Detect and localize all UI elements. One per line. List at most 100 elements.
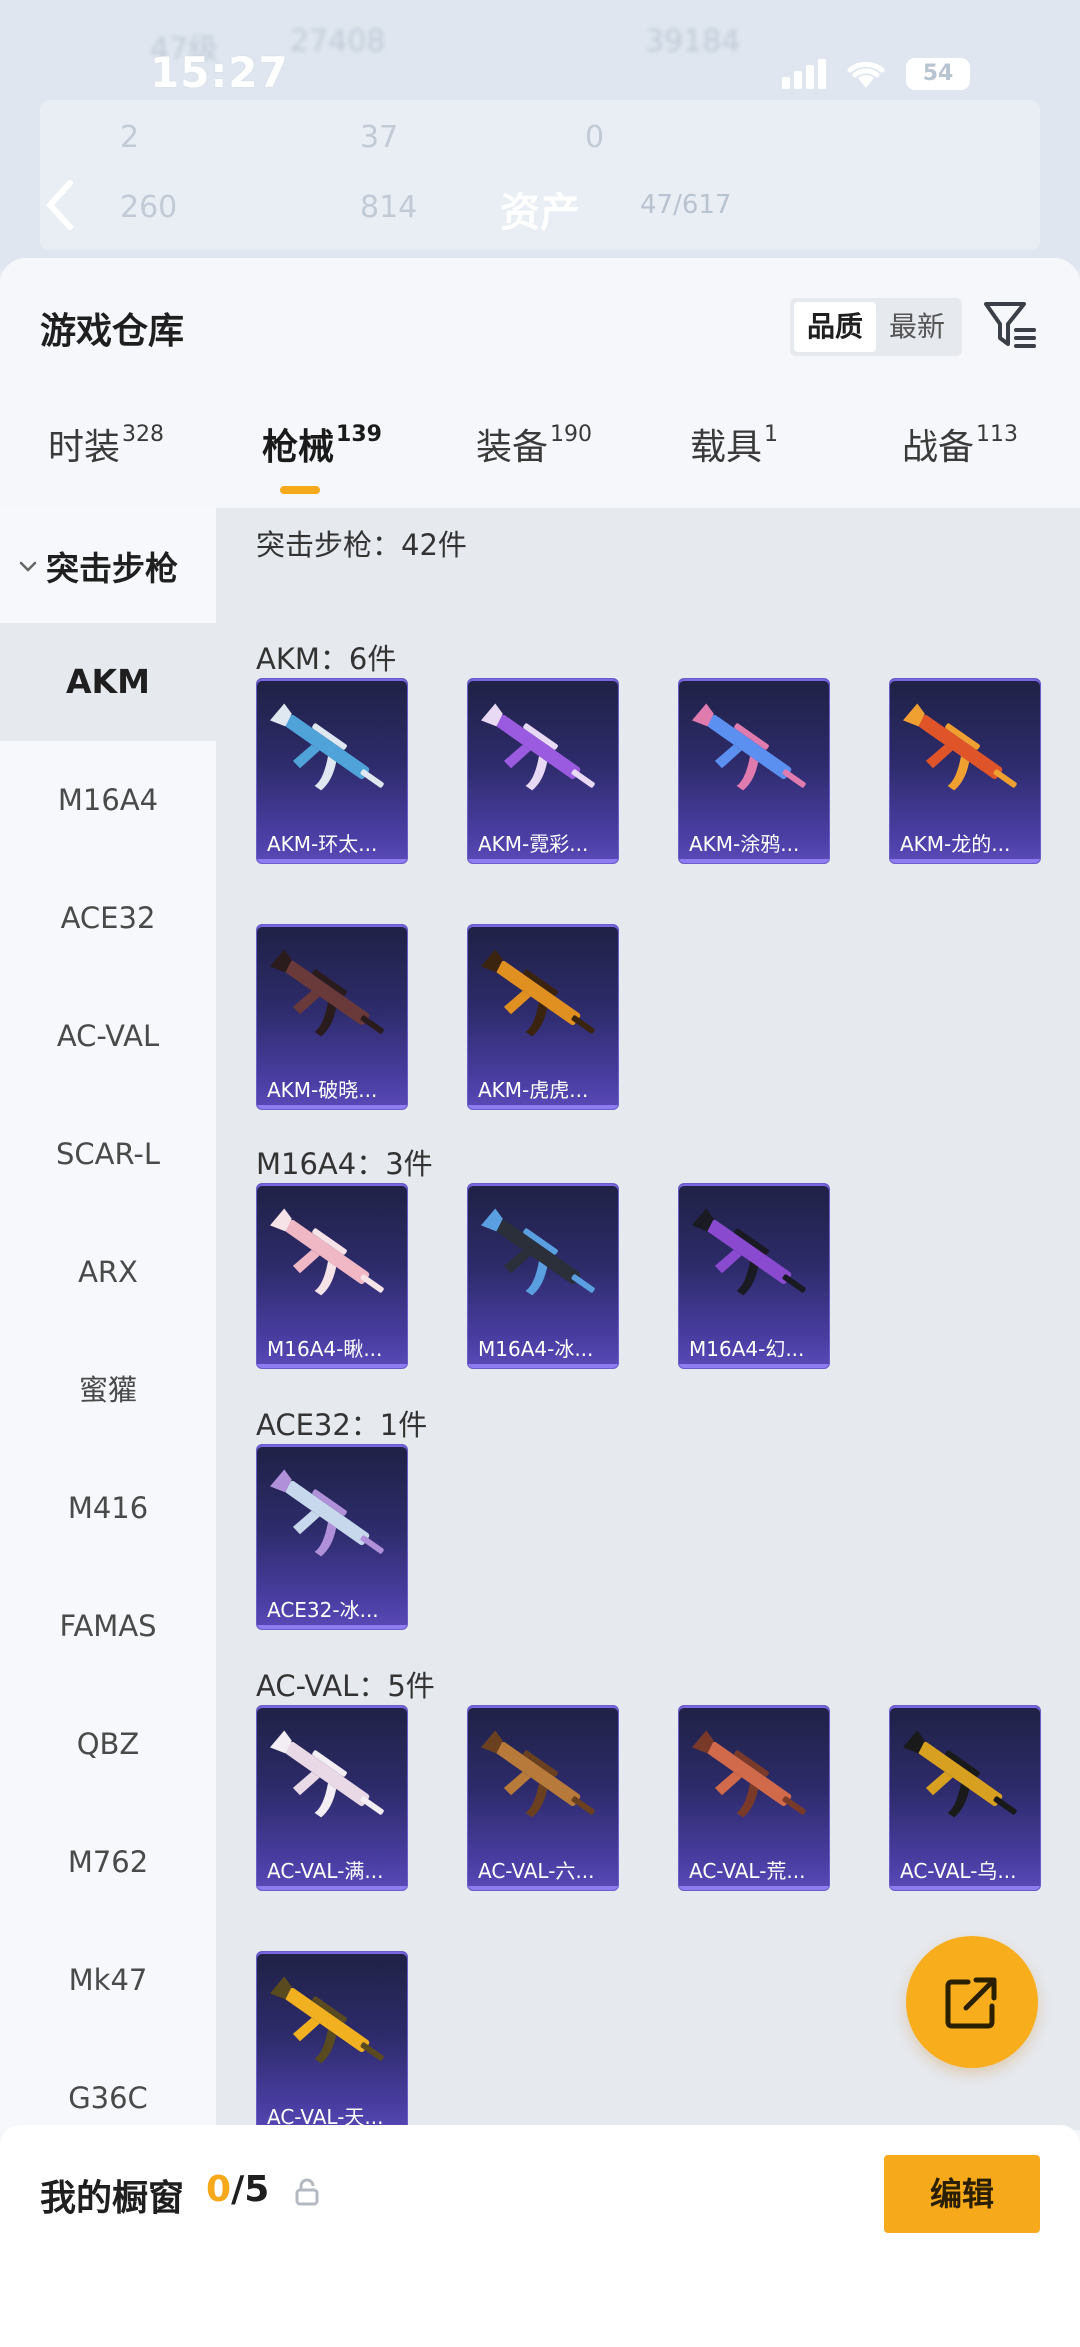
tab-label: 枪械 (262, 427, 335, 468)
weapon-card[interactable]: ACE32-冰... (256, 1444, 408, 1630)
sidebar-item[interactable]: QBZ (0, 1685, 216, 1803)
status-bar: 15:27 54 (0, 40, 1080, 110)
wifi-icon (844, 58, 888, 90)
weapon-sidebar: 突击步枪 AKM M16A4 ACE32 AC-VAL SCAR-L ARX 蜜獾 M416 F… (0, 508, 216, 2130)
weapon-card[interactable]: AKM-破晓... (256, 924, 408, 1110)
weapon-name: AC-VAL-六... (478, 1859, 595, 1883)
faded-stat-4: 260 (120, 190, 178, 225)
faded-stat-2: 37 (360, 120, 399, 155)
weapon-name: AKM-涂鸦... (689, 832, 800, 856)
showcase-total: /5 (231, 2169, 270, 2210)
tab-label: 时装 (48, 427, 121, 468)
weapon-card[interactable]: AKM-虎虎... (467, 924, 619, 1110)
rarity-bar (679, 1364, 829, 1368)
sidebar-item[interactable]: M762 (0, 1803, 216, 1921)
category-tabs: 时装328 枪械139 装备190 载具1 战备113 (0, 418, 1080, 508)
category-header[interactable]: 突击步枪 (0, 508, 216, 623)
weapon-name: AC-VAL-乌... (900, 1859, 1017, 1883)
rarity-bar (468, 1105, 618, 1109)
weapon-card[interactable]: M16A4-幻... (678, 1183, 830, 1369)
signal-icon (782, 59, 826, 89)
weapon-card[interactable]: AC-VAL-天... (256, 1951, 408, 2130)
tab-count: 113 (976, 422, 1019, 447)
faded-stat-5: 814 (360, 190, 418, 225)
showcase-bar: 我的橱窗 0/5 编辑 (0, 2125, 1080, 2347)
weapon-card[interactable]: AC-VAL-满... (256, 1705, 408, 1891)
tab-label: 载具 (690, 427, 763, 468)
chevron-down-icon (19, 561, 37, 572)
sidebar-item[interactable]: SCAR-L (0, 1095, 216, 1213)
asset-title: 资产 (500, 190, 580, 236)
tab-fashion[interactable]: 时装328 (48, 418, 164, 470)
rarity-bar (257, 859, 407, 863)
edit-button[interactable]: 编辑 (884, 2155, 1040, 2233)
weapon-grid: 突击步枪：42件 AKM：6件 AKM-环太... AKM-霓彩... AKM-涂鸦.… (216, 508, 1080, 2130)
rarity-bar (257, 1105, 407, 1109)
weapon-card[interactable]: AKM-环太... (256, 678, 408, 864)
sidebar-item[interactable]: AKM (0, 623, 216, 741)
weapon-card[interactable]: AKM-龙的... (889, 678, 1041, 864)
category-label: 突击步枪 (46, 548, 178, 588)
tab-equipment[interactable]: 装备190 (476, 418, 592, 470)
section-label: M16A4：3件 (256, 1147, 433, 1181)
tab-vehicles[interactable]: 载具1 (690, 418, 778, 470)
rarity-bar (468, 1886, 618, 1890)
tab-guns[interactable]: 枪械139 (262, 418, 382, 470)
section-label: AC-VAL：5件 (256, 1669, 435, 1703)
rarity-bar (257, 1886, 407, 1890)
weapon-card[interactable]: AC-VAL-荒... (678, 1705, 830, 1891)
weapon-card[interactable]: M16A4-瞅... (256, 1183, 408, 1369)
weapon-name: AKM-虎虎... (478, 1078, 589, 1102)
section-label: AKM：6件 (256, 642, 397, 676)
tab-label: 装备 (476, 427, 549, 468)
sidebar-item[interactable]: FAMAS (0, 1567, 216, 1685)
rarity-bar (679, 1886, 829, 1890)
weapon-card[interactable]: AKM-霓彩... (467, 678, 619, 864)
lock-icon (295, 2178, 319, 2206)
active-tab-indicator (280, 486, 320, 494)
weapon-name: AKM-破晓... (267, 1078, 378, 1102)
weapon-card[interactable]: M16A4-冰... (467, 1183, 619, 1369)
showcase-label: 我的橱窗 (40, 2178, 185, 2219)
filter-icon[interactable] (980, 294, 1040, 354)
sidebar-item[interactable]: Mk47 (0, 1921, 216, 2039)
page-title: 游戏仓库 (40, 311, 185, 352)
rarity-bar (468, 1364, 618, 1368)
weapon-card[interactable]: AC-VAL-六... (467, 1705, 619, 1891)
sidebar-item[interactable]: ACE32 (0, 859, 216, 977)
rarity-bar (890, 859, 1040, 863)
weapon-card[interactable]: AKM-涂鸦... (678, 678, 830, 864)
share-button[interactable] (906, 1936, 1038, 2068)
faded-stat-1: 2 (120, 120, 140, 155)
sidebar-item[interactable]: ARX (0, 1213, 216, 1331)
sidebar-item[interactable]: M416 (0, 1449, 216, 1567)
weapon-name: M16A4-冰... (478, 1337, 594, 1361)
sort-toggle: 品质 最新 (790, 298, 962, 356)
faded-asset-count: 47/617 (640, 190, 732, 220)
rarity-bar (257, 1364, 407, 1368)
section-label: ACE32：1件 (256, 1408, 428, 1442)
sidebar-item[interactable]: M16A4 (0, 741, 216, 859)
sidebar-item[interactable]: 蜜獾 (0, 1331, 216, 1449)
weapon-name: AKM-霓彩... (478, 832, 589, 856)
battery-icon: 54 (906, 58, 970, 90)
summary-label: 突击步枪：42件 (256, 528, 467, 562)
rarity-bar (679, 859, 829, 863)
rarity-bar (257, 1625, 407, 1629)
showcase-count: 0/5 (206, 2169, 269, 2210)
status-time: 15:27 (150, 48, 289, 97)
weapon-card[interactable]: AC-VAL-乌... (889, 1705, 1041, 1891)
weapon-name: M16A4-瞅... (267, 1337, 383, 1361)
sort-quality-button[interactable]: 品质 (794, 302, 876, 352)
sidebar-item[interactable]: AC-VAL (0, 977, 216, 1095)
weapon-name: AKM-龙的... (900, 832, 1011, 856)
share-icon (945, 1977, 997, 2029)
sort-newest-button[interactable]: 最新 (876, 302, 958, 352)
rarity-bar (468, 859, 618, 863)
weapon-name: AC-VAL-荒... (689, 1859, 806, 1883)
tab-count: 190 (550, 422, 593, 447)
back-chevron-icon[interactable] (40, 175, 80, 235)
sheet-header: 游戏仓库 品质 最新 时装328 枪械139 装备190 载具1 战备113 (0, 258, 1080, 508)
tab-gear[interactable]: 战备113 (902, 418, 1018, 470)
tab-label: 战备 (902, 427, 975, 468)
